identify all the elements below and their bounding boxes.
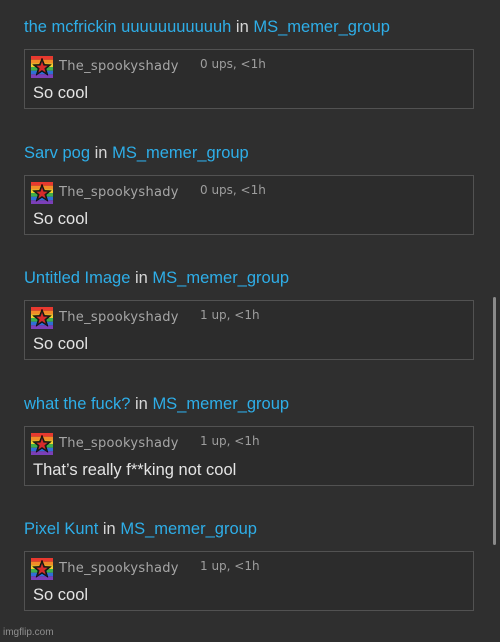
comment-entry: Untitled Image in MS_memer_group The_spo… (24, 268, 476, 360)
group-link[interactable]: MS_memer_group (120, 520, 257, 538)
comment-text: So cool (33, 84, 89, 102)
comment-meta: 1 up, <1h (200, 559, 260, 573)
comment-text: So cool (33, 335, 89, 353)
in-label: in (235, 18, 249, 36)
comment-meta: 1 up, <1h (200, 434, 260, 448)
comment-username[interactable]: The_spookyshady (59, 561, 179, 576)
rainbow-star-avatar-icon[interactable] (31, 558, 53, 580)
imgflip-watermark: imgflip.com (3, 627, 54, 638)
comments-page: the mcfrickin uuuuuuuuuuuh in MS_memer_g… (0, 0, 500, 642)
post-title-link[interactable]: what the fuck? (24, 395, 130, 413)
entry-header: Sarv pog in MS_memer_group (24, 143, 476, 163)
post-title-link[interactable]: Sarv pog (24, 144, 90, 162)
comment-meta: 0 ups, <1h (200, 183, 266, 197)
comment-box: The_spookyshady 1 up, <1h So cool (24, 300, 474, 360)
comment-box: The_spookyshady 1 up, <1h That’s really … (24, 426, 474, 486)
in-label: in (94, 144, 108, 162)
comment-username[interactable]: The_spookyshady (59, 436, 179, 451)
comment-box: The_spookyshady 1 up, <1h So cool (24, 551, 474, 611)
comment-entry: Sarv pog in MS_memer_group The_spookysha… (24, 143, 476, 235)
in-label: in (134, 269, 148, 287)
post-title-link[interactable]: Untitled Image (24, 269, 130, 287)
comment-text: So cool (33, 586, 89, 604)
in-label: in (135, 395, 148, 413)
entry-header: what the fuck? in MS_memer_group (24, 394, 476, 414)
group-link[interactable]: MS_memer_group (112, 144, 249, 162)
comment-username[interactable]: The_spookyshady (59, 185, 179, 200)
comment-box: The_spookyshady 0 ups, <1h So cool (24, 175, 474, 235)
post-title-link[interactable]: Pixel Kunt (24, 520, 98, 538)
group-link[interactable]: MS_memer_group (152, 395, 289, 413)
post-title-link[interactable]: the mcfrickin uuuuuuuuuuuh (24, 18, 231, 36)
comment-text: So cool (33, 210, 89, 228)
comment-entry: what the fuck? in MS_memer_group The_spo… (24, 394, 476, 486)
in-label: in (102, 520, 116, 538)
rainbow-star-avatar-icon[interactable] (31, 182, 53, 204)
comment-username[interactable]: The_spookyshady (59, 310, 179, 325)
comment-box: The_spookyshady 0 ups, <1h So cool (24, 49, 474, 109)
group-link[interactable]: MS_memer_group (152, 269, 289, 287)
comment-meta: 1 up, <1h (200, 308, 260, 322)
comment-entry: Pixel Kunt in MS_memer_group The_spookys… (24, 519, 476, 611)
entry-header: Untitled Image in MS_memer_group (24, 268, 476, 288)
comment-entry: the mcfrickin uuuuuuuuuuuh in MS_memer_g… (24, 17, 476, 109)
entry-header: Pixel Kunt in MS_memer_group (24, 519, 476, 539)
comment-username[interactable]: The_spookyshady (59, 59, 179, 74)
rainbow-star-avatar-icon[interactable] (31, 56, 53, 78)
comment-text: That’s really f**king not cool (33, 461, 237, 479)
entry-header: the mcfrickin uuuuuuuuuuuh in MS_memer_g… (24, 17, 476, 37)
comment-meta: 0 ups, <1h (200, 57, 266, 71)
group-link[interactable]: MS_memer_group (253, 18, 390, 36)
scrollbar[interactable] (493, 297, 496, 545)
rainbow-star-avatar-icon[interactable] (31, 433, 53, 455)
rainbow-star-avatar-icon[interactable] (31, 307, 53, 329)
